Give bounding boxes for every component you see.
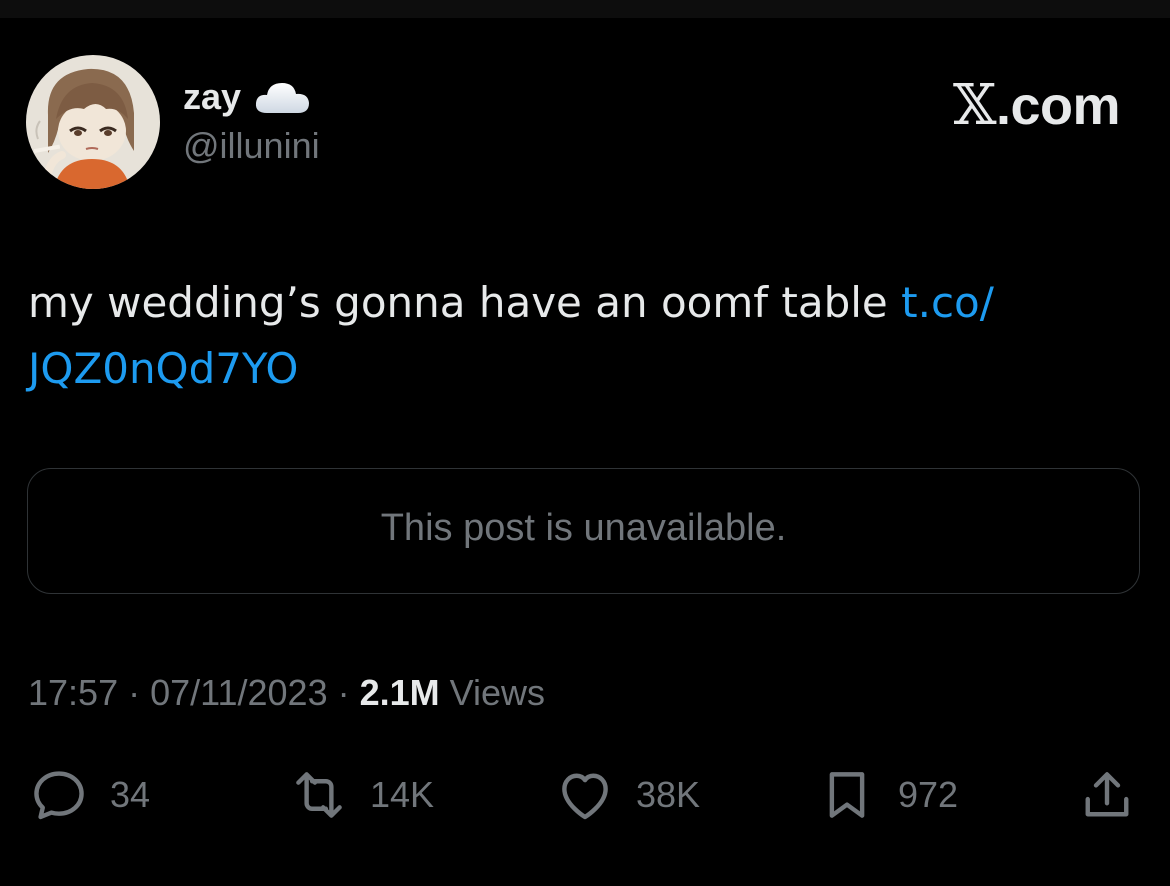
avatar[interactable] [26,55,160,189]
unavailable-message: This post is unavailable. [380,507,787,549]
share-button[interactable] [1074,760,1140,830]
author-handle[interactable]: @illunini [183,128,320,164]
reply-icon [34,771,84,820]
post-date[interactable]: 07/11/2023 [150,672,328,713]
views-label[interactable]: Views [440,672,545,713]
cloud-icon [253,77,311,117]
top-edge-strip [0,0,1170,18]
tweet-body: my wedding’s gonna have an oomf table [28,278,902,327]
reply-count: 34 [110,774,151,815]
bookmark-count: 972 [898,774,959,815]
post-time[interactable]: 17:57 [28,672,118,713]
reply-button[interactable]: 34 [26,760,150,830]
bookmark-icon [829,772,865,818]
avatar-illustration [26,55,160,189]
brand-watermark: 𝕏.com [953,76,1121,136]
repost-icon [296,772,342,818]
like-count: 38K [636,774,701,815]
post-meta: 17:57 · 07/11/2023 · 2.1M Views [28,668,545,718]
x-logo-icon: 𝕏 [953,73,996,138]
display-name[interactable]: zay [183,79,241,115]
meta-separator-1: · [118,672,151,713]
meta-separator-2: · [327,672,360,713]
tweet-text: my wedding’s gonna have an oomf table t.… [28,270,1138,402]
author-name-row[interactable]: zay [183,72,311,122]
repost-count: 14K [370,774,435,815]
repost-button[interactable]: 14K [286,760,434,830]
tweet-link-part-1[interactable]: t.co/ [901,278,994,327]
like-button[interactable]: 38K [552,760,700,830]
action-bar: 34 14K 38K 972 [0,760,1170,830]
views-count[interactable]: 2.1M [360,672,440,713]
bookmark-button[interactable]: 972 [814,760,958,830]
quoted-post-card[interactable]: This post is unavailable. [27,468,1140,594]
share-icon [1085,772,1129,817]
heart-icon [562,773,608,820]
brand-suffix: .com [995,76,1121,136]
tweet-link-part-2[interactable]: JQZ0nQd7YO [28,344,298,393]
